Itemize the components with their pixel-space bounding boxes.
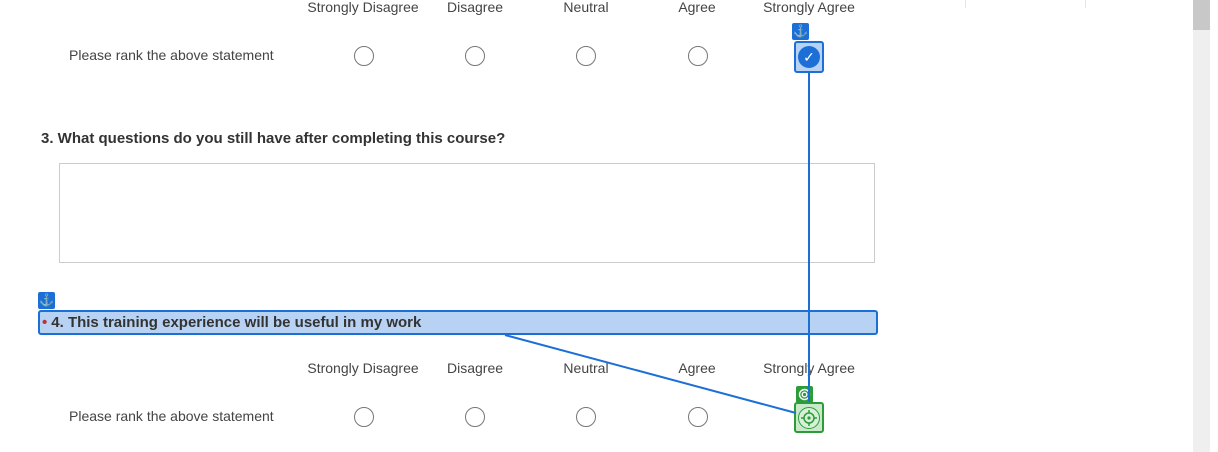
scale-label-strongly-agree: Strongly Agree	[763, 0, 855, 15]
q4-row-label: Please rank the above statement	[69, 408, 274, 424]
q2-radio-strongly-disagree[interactable]	[354, 46, 374, 66]
scale-label-neutral: Neutral	[563, 360, 609, 376]
scale-label-disagree: Disagree	[446, 360, 504, 376]
q2-radio-agree[interactable]	[688, 46, 708, 66]
column-separator	[1085, 0, 1086, 8]
anchor-icon: ⚓	[38, 292, 55, 309]
q4-radio-strongly-disagree[interactable]	[354, 407, 374, 427]
q2-radio-neutral[interactable]	[576, 46, 596, 66]
q4-title: • 4. This training experience will be use…	[42, 314, 422, 331]
q3-title: 3. What questions do you still have afte…	[41, 130, 506, 147]
q2-radio-disagree[interactable]	[465, 46, 485, 66]
check-icon: ✓	[803, 49, 815, 65]
scale-label-strongly-disagree: Strongly Disagree	[307, 0, 419, 15]
q4-radio-agree[interactable]	[688, 407, 708, 427]
target-marker-icon	[796, 386, 813, 403]
q2-row-label: Please rank the above statement	[69, 47, 274, 63]
vertical-scrollbar[interactable]	[1193, 0, 1210, 452]
scale-label-agree: Agree	[678, 0, 716, 15]
q3-answer-input[interactable]	[59, 163, 875, 263]
required-marker: •	[42, 314, 48, 331]
crosshair-icon	[801, 410, 817, 426]
scale-label-agree: Agree	[678, 360, 716, 376]
q2-radio-strongly-agree[interactable]: ✓	[798, 46, 820, 68]
scale-label-strongly-agree: Strongly Agree	[763, 360, 855, 376]
anchor-icon: ⚓	[792, 23, 809, 40]
scale-label-neutral: Neutral	[563, 0, 609, 15]
scale-label-disagree: Disagree	[446, 0, 504, 15]
q4-radio-strongly-agree[interactable]	[798, 407, 820, 429]
q4-radio-disagree[interactable]	[465, 407, 485, 427]
scrollbar-thumb[interactable]	[1193, 0, 1210, 30]
column-separator	[965, 0, 966, 8]
q4-radio-neutral[interactable]	[576, 407, 596, 427]
scale-label-strongly-disagree: Strongly Disagree	[307, 360, 419, 376]
